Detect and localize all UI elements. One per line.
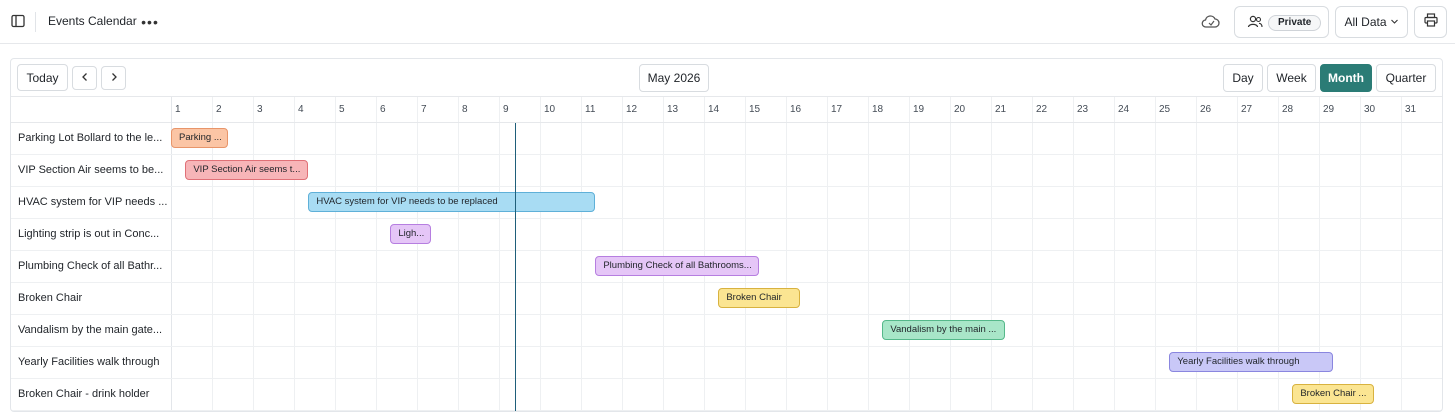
row-label[interactable]: Broken Chair [18,292,168,304]
day-number: 12 [626,104,638,115]
day-number: 10 [544,104,556,115]
day-number: 31 [1405,104,1417,115]
day-number: 17 [831,104,843,115]
event-bar[interactable]: HVAC system for VIP needs to be replaced [308,192,596,212]
day-number: 28 [1282,104,1294,115]
previous-month-button[interactable] [72,66,97,90]
topbar-divider [35,12,36,32]
event-bar[interactable]: Yearly Facilities walk through [1169,352,1334,372]
share-button[interactable]: Private [1234,6,1329,38]
timeline-row: Lighting strip is out in Conc... Ligh... [11,219,1442,251]
day-number: 24 [1118,104,1130,115]
day-number: 29 [1323,104,1335,115]
timeline-row: HVAC system for VIP needs ... HVAC system… [11,187,1442,219]
current-month-label[interactable]: May 2026 [639,64,709,92]
timeline-row: Broken Chair Broken Chair [11,283,1442,315]
day-number: 16 [790,104,802,115]
chevron-right-icon [110,71,118,85]
next-month-button[interactable] [101,66,126,90]
timeline-row: Parking Lot Bollard to the le... Parking … [11,123,1442,155]
day-number: 8 [462,104,468,115]
event-bar[interactable]: Broken Chair ... [1292,384,1375,404]
printer-icon [1423,12,1438,32]
event-bar[interactable]: Ligh... [390,224,432,244]
day-number: 6 [380,104,386,115]
event-bar[interactable]: Broken Chair [718,288,801,308]
timeline-row: Yearly Facilities walk through Yearly Fac… [11,347,1442,379]
day-number: 20 [954,104,966,115]
day-number: 25 [1159,104,1171,115]
event-bar[interactable]: Vandalism by the main ... [882,320,1006,340]
event-bar[interactable]: VIP Section Air seems t... [185,160,309,180]
day-number: 13 [667,104,679,115]
view-month-button[interactable]: Month [1320,64,1372,92]
users-icon [1247,14,1265,32]
data-filter-dropdown[interactable]: All Data [1335,6,1408,38]
more-options-button[interactable]: ••• [139,12,161,32]
day-header: 1 2 3 4 5 6 7 8 9 10 11 12 13 14 15 16 17 18 19 20 21 22 23 24 2… [11,97,1442,123]
row-label[interactable]: Parking Lot Bollard to the le... [18,132,168,144]
timeline-row: VIP Section Air seems to be... VIP Sectio… [11,155,1442,187]
today-button[interactable]: Today [17,64,68,91]
chevron-down-icon [1390,15,1399,29]
timeline-row: Vandalism by the main gate... Vandalism b… [11,315,1442,347]
day-number: 3 [257,104,263,115]
day-number: 4 [298,104,304,115]
top-bar: Events Calendar ••• Private All Data [0,0,1455,44]
row-label[interactable]: HVAC system for VIP needs ... [18,196,168,208]
day-number: 21 [995,104,1007,115]
chevron-left-icon [81,71,89,85]
timeline-row: Plumbing Check of all Bathr... Plumbing C… [11,251,1442,283]
day-number: 26 [1200,104,1212,115]
day-number: 27 [1241,104,1253,115]
data-filter-label: All Data [1344,15,1387,29]
row-label[interactable]: Yearly Facilities walk through [18,356,168,368]
day-number: 9 [503,104,509,115]
day-number: 22 [1036,104,1048,115]
timeline-row: Broken Chair - drink holder Broken Chair … [11,379,1442,411]
day-number: 1 [175,104,181,115]
event-bar[interactable]: Plumbing Check of all Bathrooms... [595,256,760,276]
row-label[interactable]: Lighting strip is out in Conc... [18,228,168,240]
row-label[interactable]: Vandalism by the main gate... [18,324,168,336]
today-indicator [515,123,516,411]
day-number: 30 [1364,104,1376,115]
day-number: 11 [585,104,596,115]
day-number: 14 [708,104,720,115]
day-number: 5 [339,104,345,115]
day-number: 19 [913,104,925,115]
print-button[interactable] [1414,6,1447,38]
cloud-sync-icon[interactable] [1199,10,1223,34]
sidebar-toggle-icon[interactable] [8,11,28,31]
page-title: Events Calendar [48,14,137,28]
timeline-grid: 1 2 3 4 5 6 7 8 9 10 11 12 13 14 15 16 17 18 19 20 21 22 23 24 2… [11,97,1442,411]
day-number: 23 [1077,104,1089,115]
row-label[interactable]: Broken Chair - drink holder [18,388,168,400]
day-number: 18 [872,104,884,115]
view-week-button[interactable]: Week [1267,64,1316,92]
view-day-button[interactable]: Day [1223,64,1263,92]
row-label[interactable]: VIP Section Air seems to be... [18,164,168,176]
calendar-toolbar: Today May 2026 Day Week Month Quarter [11,59,1442,97]
event-bar[interactable]: Parking ... [171,128,229,148]
view-quarter-button[interactable]: Quarter [1376,64,1436,92]
private-badge: Private [1268,15,1322,31]
day-number: 15 [749,104,761,115]
day-number: 2 [216,104,222,115]
day-number: 7 [421,104,427,115]
row-label[interactable]: Plumbing Check of all Bathr... [18,260,168,272]
calendar-view: Today May 2026 Day Week Month Quarter 12… [10,58,1443,412]
